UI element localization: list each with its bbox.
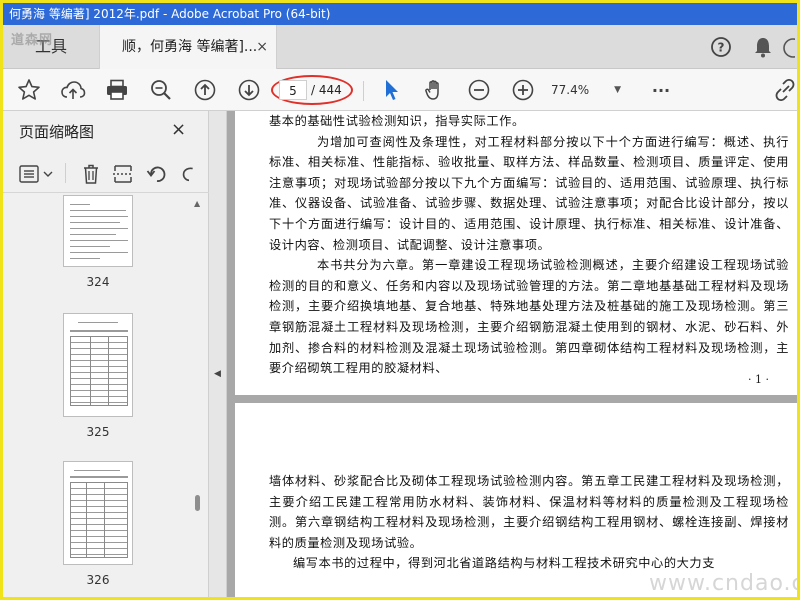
thumbnail-toolbar [3, 155, 209, 193]
close-tab-icon[interactable]: × [256, 25, 268, 69]
page-thumbnail[interactable] [63, 195, 133, 267]
paragraph: 为增加可查阅性及条理性，对工程材料部分按以下十个方面进行编写：概述、执行标准、相… [269, 134, 789, 252]
help-icon[interactable]: ? [709, 35, 733, 59]
panel-title: 页面缩略图 [19, 123, 95, 141]
panel-separator [65, 163, 66, 183]
paragraph: 本书共分为六章。第一章建设工程现场试验检测概述，主要介绍建设工程现场试验检测的目… [269, 258, 789, 376]
title-bar: 何勇海 等编著] 2012年.pdf - Adobe Acrobat Pro (… [3, 3, 797, 25]
toolbar-separator [363, 81, 364, 101]
bookmark-star-icon[interactable] [15, 77, 43, 103]
app-window: 何勇海 等编著] 2012年.pdf - Adobe Acrobat Pro (… [0, 0, 800, 600]
more-tools-icon[interactable]: ··· [647, 77, 675, 103]
document-page: 墙体材料、砂浆配合比及砌体工程现场试验检测内容。第五章工民建工程材料及现场检测，… [235, 403, 797, 597]
previous-page-icon[interactable] [191, 77, 219, 103]
triangle-left-icon: ◀ [214, 369, 221, 379]
chevron-down-icon: ▼ [614, 85, 621, 95]
close-panel-icon[interactable]: × [171, 119, 186, 140]
page-thumbnail[interactable] [63, 313, 133, 417]
svg-text:?: ? [718, 41, 725, 55]
collapse-panel-handle[interactable]: ◀ [209, 111, 227, 597]
document-tab-label: 顺，何勇海 等编著]... [122, 39, 258, 55]
scrollbar-thumb[interactable] [195, 495, 200, 511]
zoom-level-select[interactable]: 77.4% ▼ [551, 80, 629, 100]
rotate-left-icon[interactable] [145, 162, 169, 186]
paragraph: 墙体材料、砂浆配合比及砌体工程现场试验检测内容。第五章工民建工程材料及现场检测，… [269, 474, 789, 550]
thumbnail-page-label: 324 [86, 275, 110, 289]
print-icon[interactable] [103, 77, 131, 103]
zoom-search-icon[interactable] [147, 77, 175, 103]
page-total: / 444 [311, 83, 342, 97]
scroll-up-icon[interactable]: ▲ [194, 199, 200, 208]
upload-cloud-icon[interactable] [59, 77, 87, 103]
tab-document[interactable]: 顺，何勇海 等编著]... × [99, 25, 277, 69]
page-number-input[interactable]: 5 [279, 80, 307, 100]
trash-icon[interactable] [79, 162, 103, 186]
thumbnail-page-label: 326 [86, 573, 110, 587]
zoom-in-icon[interactable] [509, 77, 537, 103]
page-number-label: · 1 · [748, 373, 769, 386]
hand-tool-icon[interactable] [421, 77, 449, 103]
rotate-right-icon[interactable] [179, 162, 199, 186]
select-pointer-icon[interactable] [377, 77, 405, 103]
thumbnail-options-icon[interactable] [19, 162, 55, 186]
bell-icon[interactable] [751, 35, 775, 59]
thumbnail-list[interactable]: 324 325 326 [3, 195, 193, 597]
tab-bar: 工具 道森网 顺，何勇海 等编著]... × ? [3, 25, 797, 69]
site-watermark: www.cndao.com [649, 571, 797, 596]
site-logo-watermark: 道森网 [11, 33, 54, 48]
zoom-out-icon[interactable] [465, 77, 493, 103]
sign-in-icon[interactable] [781, 37, 797, 59]
page-thumbnails-panel: 页面缩略图 × 324 325 326 ▲ [3, 111, 209, 597]
paragraph: 基本的基础性试验检测知识，指导实际工作。 [269, 114, 525, 128]
zoom-level-value: 77.4% [551, 83, 590, 97]
next-page-icon[interactable] [235, 77, 263, 103]
share-link-icon[interactable] [773, 77, 797, 103]
document-page: 基本的基础性试验检测知识，指导实际工作。 为增加可查阅性及条理性，对工程材料部分… [235, 111, 797, 395]
thumbnail-page-label: 325 [86, 425, 110, 439]
thumbnail-scrollbar[interactable]: ▲ [191, 195, 205, 597]
document-viewport[interactable]: 基本的基础性试验检测知识，指导实际工作。 为增加可查阅性及条理性，对工程材料部分… [227, 111, 797, 597]
main-toolbar: 5 / 444 77.4% ▼ ··· [3, 69, 797, 111]
window-title: 何勇海 等编著] 2012年.pdf - Adobe Acrobat Pro (… [9, 7, 331, 21]
extract-pages-icon[interactable] [111, 162, 135, 186]
page-thumbnail[interactable] [63, 461, 133, 565]
